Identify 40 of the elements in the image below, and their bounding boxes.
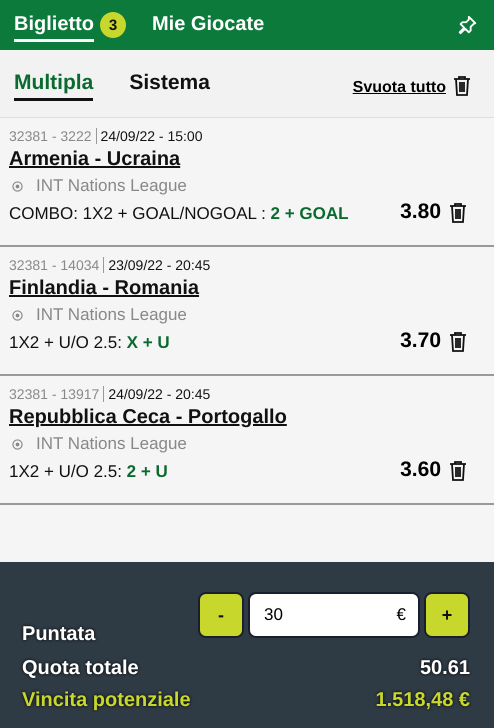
trash-icon[interactable] [448,331,468,353]
selection-text: COMBO: 1X2 + GOAL/NOGOAL : 2 + GOAL [9,204,348,224]
trash-icon[interactable] [448,202,468,224]
event-code: 32381 - 3222 [9,128,97,144]
event-code: 32381 - 14034 [9,257,104,273]
selection-text: 1X2 + U/O 2.5: X + U [9,333,170,353]
total-odds-value: 50.61 [420,656,470,680]
selection-text: 1X2 + U/O 2.5: 2 + U [9,462,168,482]
clear-all-link[interactable]: Svuota tutto [352,78,446,96]
event-name[interactable]: Armenia - Ucraina [9,148,468,171]
event-name[interactable]: Finlandia - Romania [9,277,468,300]
event-code: 32381 - 13917 [9,386,104,402]
odds-value: 3.70 [400,329,441,353]
odds-value: 3.60 [400,458,441,482]
ball-icon [12,180,23,192]
trash-icon[interactable] [452,74,472,96]
bet-type-tab[interactable]: Sistema [129,70,210,100]
league-name: INT Nations League [36,305,187,325]
ball-icon [12,310,23,320]
bet-type-tab[interactable]: Multipla [14,70,94,100]
header-tab[interactable]: Biglietto [14,8,94,42]
potential-win-label: Vincita potenziale [22,688,191,712]
minus-button[interactable]: - [198,592,244,638]
stake-input[interactable]: 30 € [248,592,420,638]
pin-icon[interactable] [456,14,478,36]
count-badge: 3 [100,12,126,38]
total-odds-label: Quota totale [22,656,139,680]
stake-label: Puntata [22,623,96,646]
event-date: 24/09/22 - 20:45 [108,386,210,402]
league-name: INT Nations League [36,176,187,196]
league-name: INT Nations League [36,434,187,454]
event-date: 23/09/22 - 20:45 [108,257,210,273]
trash-icon[interactable] [448,460,468,482]
plus-button[interactable]: + [424,592,470,638]
potential-win-value: 1.518,48 € [375,688,470,712]
header-tab[interactable]: Mie Giocate [152,8,264,42]
event-name[interactable]: Repubblica Ceca - Portogallo [9,406,468,429]
event-date: 24/09/22 - 15:00 [100,128,203,144]
odds-value: 3.80 [400,200,441,224]
ball-icon [12,438,23,450]
